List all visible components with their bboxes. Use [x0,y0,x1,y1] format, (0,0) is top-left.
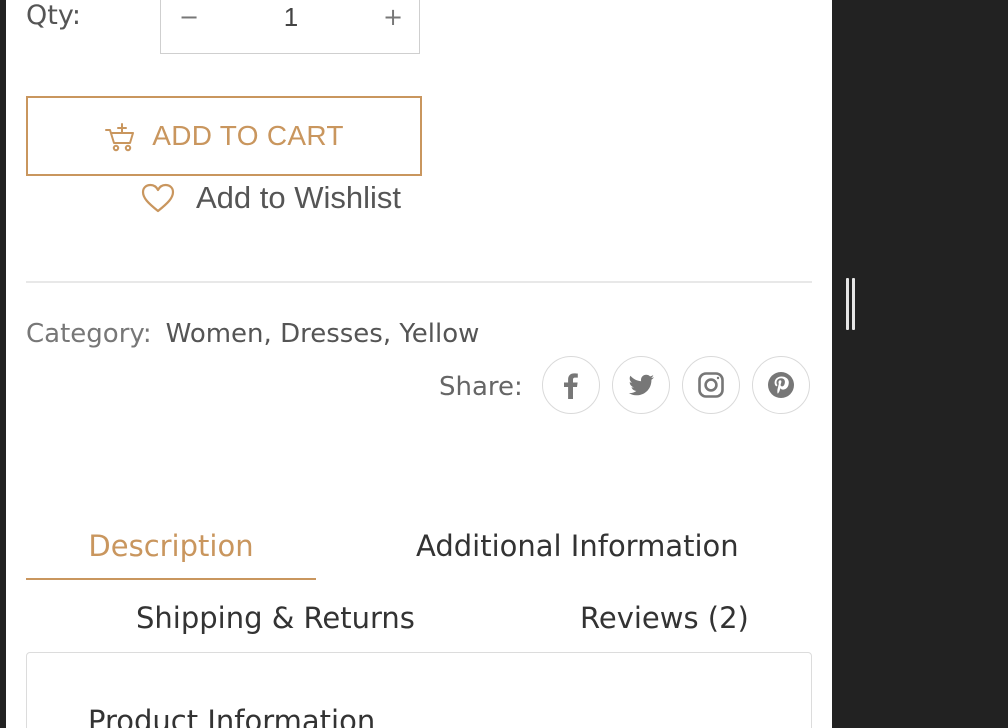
left-edge-bar [0,0,6,728]
qty-input[interactable] [251,0,331,35]
qty-increase-button[interactable]: + [373,0,413,35]
share-instagram-button[interactable] [682,356,740,414]
tab-additional-information-label: Additional Information [416,529,739,563]
add-to-cart-label: ADD TO CART [152,120,344,151]
cart-add-icon [105,123,135,152]
active-tab-underline [26,578,316,580]
qty-label: Qty: [26,0,81,31]
add-to-wishlist-link[interactable]: Add to Wishlist [140,176,401,220]
quantity-stepper: − + [160,0,420,54]
resize-grip-line [846,278,849,330]
tab-description-label: Description [88,529,254,563]
share-pinterest-button[interactable] [752,356,810,414]
tab-shipping-returns-label: Shipping & Returns [136,601,415,635]
wishlist-label: Add to Wishlist [196,180,402,215]
heart-icon [141,183,175,213]
panel-resize-handle[interactable] [845,278,857,330]
tab-shipping-returns[interactable]: Shipping & Returns [136,594,415,642]
tab-description[interactable]: Description [26,522,316,580]
add-to-cart-button[interactable]: ADD TO CART [26,96,422,176]
tab-reviews[interactable]: Reviews (2) [580,594,749,642]
side-panel [832,0,1008,728]
twitter-icon [628,374,654,396]
tab-additional-information[interactable]: Additional Information [416,522,739,570]
qty-decrease-button[interactable]: − [169,0,209,35]
category-values[interactable]: Women, Dresses, Yellow [166,319,480,349]
share-facebook-button[interactable] [542,356,600,414]
share-twitter-button[interactable] [612,356,670,414]
product-page: Qty: − + ADD TO CART Add to Wishlist Cat… [0,0,1008,728]
category-row: Category: Women, Dresses, Yellow [26,314,479,354]
instagram-icon [698,372,724,398]
product-information-heading: Product Information [88,704,376,728]
pinterest-icon [768,372,794,398]
share-label: Share: [439,372,523,402]
facebook-icon [564,373,578,399]
tab-reviews-label: Reviews (2) [580,601,749,635]
resize-grip-line [852,278,855,330]
section-divider [26,281,812,283]
category-label: Category: [26,319,152,349]
